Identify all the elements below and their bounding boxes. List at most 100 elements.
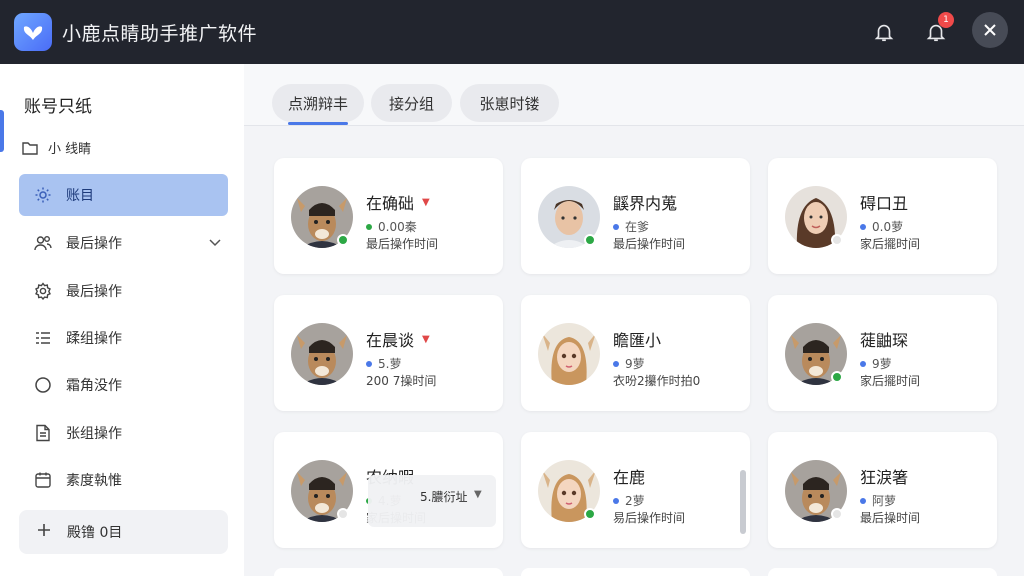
card-peek bbox=[274, 568, 503, 576]
account-name-text: 蓰鼬琛 bbox=[860, 331, 909, 350]
sidebar-item-calendar[interactable]: 素度執惟 bbox=[19, 459, 228, 501]
filter-arrow-icon: ▼ bbox=[474, 489, 482, 500]
status-dot bbox=[831, 508, 843, 520]
account-name: 在鹿 bbox=[613, 464, 645, 488]
calendar-icon bbox=[34, 471, 52, 489]
active-tab-indicator bbox=[288, 122, 348, 125]
sidebar-item-label: 最后操作 bbox=[66, 236, 122, 252]
status-indicator-dot bbox=[860, 360, 866, 367]
status-dot bbox=[584, 234, 596, 246]
sidebar-item-circle[interactable]: 霜角没作 bbox=[19, 364, 228, 406]
status-indicator-dot bbox=[860, 497, 866, 504]
account-status-text: 9萝 bbox=[625, 357, 645, 371]
chevron-down-icon bbox=[208, 235, 222, 253]
last-operation-time: 200 7操时间 bbox=[366, 374, 437, 388]
account-name: 碍口丑 bbox=[860, 190, 908, 214]
account-card[interactable]: 瞻匯小 9萝衣吩2攥作时拍0 bbox=[521, 295, 750, 411]
last-operation-time: 最后操作时间 bbox=[366, 237, 439, 251]
last-operation-time: 最后操时间 bbox=[860, 511, 921, 525]
account-status-line: 阿萝 bbox=[860, 492, 896, 509]
sidebar-item-label: 蹂组操作 bbox=[66, 331, 122, 347]
account-name: 瞻匯小 bbox=[613, 327, 661, 351]
account-name: 蓰鼬琛 bbox=[860, 327, 908, 351]
add-account-label: 殿镥 0目 bbox=[67, 525, 123, 541]
account-card[interactable]: 在鹿 2萝易后操作时间 bbox=[521, 432, 750, 548]
account-status-text: 阿萝 bbox=[872, 494, 897, 508]
account-status-text: 0.00秦 bbox=[378, 220, 417, 234]
status-indicator-dot bbox=[366, 223, 372, 230]
sidebar-active-indicator bbox=[0, 110, 4, 152]
title-bar: 小鹿点睛助手推广软件 1 bbox=[0, 0, 1024, 64]
users-icon bbox=[34, 234, 52, 252]
account-status-line: 5.萝 bbox=[366, 355, 401, 372]
account-card[interactable]: 狂淚箸阿萝最后操时间 bbox=[768, 432, 997, 548]
last-operation-time: 衣吩2攥作时拍0 bbox=[613, 374, 701, 388]
sidebar-item-settings[interactable]: 最后操作 bbox=[19, 270, 228, 312]
sidebar-folder[interactable]: 小 线睛 bbox=[22, 138, 91, 157]
card-peek bbox=[521, 568, 750, 576]
last-operation-time: 易后操作时间 bbox=[613, 511, 686, 525]
app-title: 小鹿点睛助手推广软件 bbox=[62, 23, 258, 45]
account-status-line: 9萝 bbox=[860, 355, 892, 372]
account-name-text: 在鹿 bbox=[613, 468, 646, 487]
add-account-button[interactable]: 殿镥 0目 bbox=[19, 510, 228, 554]
sidebar-item-label: 霜角没作 bbox=[66, 378, 122, 394]
card-peek bbox=[768, 568, 997, 576]
account-name-text: 在确础 bbox=[366, 194, 415, 213]
document-icon bbox=[34, 424, 52, 442]
account-status-text: 2萝 bbox=[625, 494, 645, 508]
status-indicator-dot bbox=[366, 360, 372, 367]
account-card[interactable]: 碍口丑 0.0萝 家后擺时间 bbox=[768, 158, 997, 274]
tab-1[interactable]: 接分组 bbox=[371, 84, 452, 122]
account-name-text: 狂淚箸 bbox=[860, 468, 909, 487]
account-card[interactable]: 鼷界内蒐在爹最后操作时间 bbox=[521, 158, 750, 274]
list-icon bbox=[34, 329, 52, 347]
account-status-line: 9萝 bbox=[613, 355, 645, 372]
sidebar-item-accounts[interactable]: 账目 bbox=[19, 174, 228, 216]
tab-2[interactable]: 张崽时镂 bbox=[460, 84, 559, 122]
account-card[interactable]: 在确础 ▼ 0.00秦最后操作时间 bbox=[274, 158, 503, 274]
status-dot bbox=[831, 371, 843, 383]
account-status-text: 5.萝 bbox=[378, 357, 402, 371]
caret-down-icon[interactable]: ▼ bbox=[422, 334, 430, 345]
account-name-text: 瞻匯小 bbox=[613, 331, 662, 350]
caret-down-icon[interactable]: ▼ bbox=[422, 197, 430, 208]
tooltip-text: 5.膿衍址 bbox=[420, 490, 468, 504]
sidebar-item-document[interactable]: 张组操作 bbox=[19, 412, 228, 454]
last-operation-time: 家后擺时间 bbox=[860, 374, 921, 388]
account-card[interactable]: 在晨谈 ▼ 5.萝 200 7操时间 bbox=[274, 295, 503, 411]
sidebar-item-label: 账目 bbox=[66, 188, 94, 204]
tab-0[interactable]: 点溯辩丰 bbox=[272, 84, 364, 122]
plus-icon bbox=[37, 523, 51, 541]
status-indicator-dot bbox=[613, 360, 619, 367]
close-button[interactable] bbox=[972, 12, 1008, 48]
gear-icon bbox=[34, 186, 52, 204]
folder-icon bbox=[22, 141, 38, 155]
sidebar-item-label: 素度執惟 bbox=[66, 473, 122, 489]
status-indicator-dot bbox=[860, 223, 866, 230]
account-name: 在晨谈 ▼ bbox=[366, 327, 430, 351]
bell-icon[interactable] bbox=[870, 18, 898, 46]
butterfly-logo-icon bbox=[14, 13, 52, 51]
account-card[interactable]: 蓰鼬琛 9萝家后擺时间 bbox=[768, 295, 997, 411]
sidebar-item-list[interactable]: 蹂组操作 bbox=[19, 317, 228, 359]
account-status-line: 2萝 bbox=[613, 492, 645, 509]
account-name: 鼷界内蒐 bbox=[613, 190, 677, 214]
status-dot bbox=[337, 234, 349, 246]
avatar bbox=[538, 323, 600, 385]
status-dot bbox=[584, 508, 596, 520]
account-status-line: 0.00秦 bbox=[366, 218, 417, 235]
account-status-text: 9萝 bbox=[872, 357, 892, 371]
account-name-text: 碍口丑 bbox=[860, 194, 909, 213]
scrollbar[interactable] bbox=[740, 470, 746, 534]
sidebar-item-users[interactable]: 最后操作 bbox=[19, 222, 228, 264]
last-operation-time: 最后操作时间 bbox=[613, 237, 686, 251]
account-status-text: 在爹 bbox=[625, 220, 650, 234]
account-name-text: 鼷界内蒐 bbox=[613, 194, 678, 213]
notification-badge: 1 bbox=[938, 12, 954, 28]
circle-icon bbox=[34, 376, 52, 394]
sidebar-item-label: 张组操作 bbox=[66, 426, 122, 442]
account-status-text: 0.0萝 bbox=[872, 220, 904, 234]
account-name: 狂淚箸 bbox=[860, 464, 908, 488]
status-indicator-dot bbox=[613, 497, 619, 504]
